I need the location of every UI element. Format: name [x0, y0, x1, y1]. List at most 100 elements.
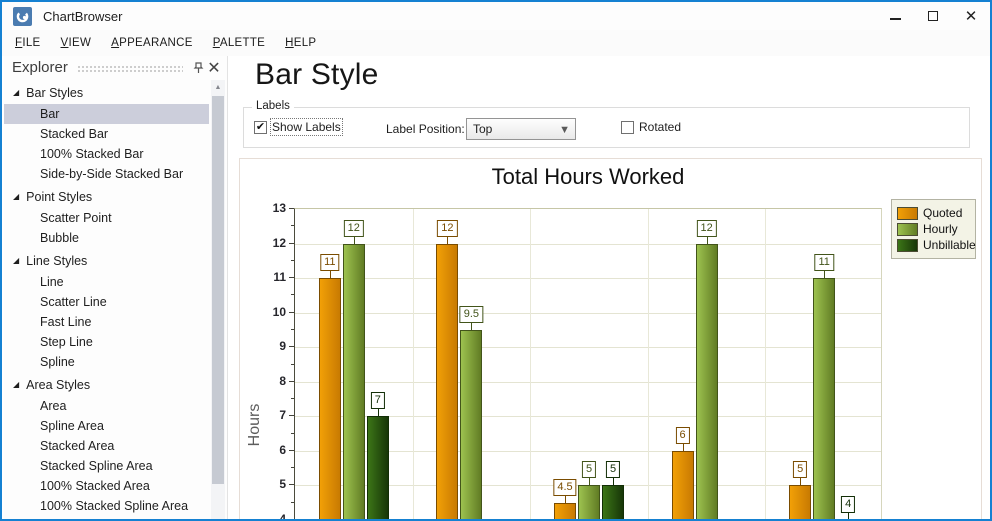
explorer-header: Explorer ✕: [4, 56, 227, 79]
tree-section-label: Area Styles: [26, 378, 91, 392]
y-axis-tick: [289, 346, 294, 348]
tree-expanded-icon: ◢: [13, 191, 20, 201]
tree-section-header-area-styles[interactable]: ◢ Area Styles: [4, 374, 209, 396]
explorer-scrollbar[interactable]: ▲: [211, 80, 225, 519]
show-labels-checkbox[interactable]: ✔ Show Labels: [254, 118, 343, 136]
tree-section-header-point-styles[interactable]: ◢ Point Styles: [4, 186, 209, 208]
gridline: [295, 243, 881, 245]
y-axis-tick-label: 7: [279, 408, 286, 423]
bar-unbillable-group1[interactable]: [366, 416, 389, 519]
chart-title: Total Hours Worked: [491, 164, 685, 189]
window-title: ChartBrowser: [43, 8, 123, 24]
tree-expanded-icon: ◢: [13, 87, 20, 97]
y-axis-tick: [289, 208, 294, 209]
menu-item-file[interactable]: FILE: [5, 33, 51, 53]
menu-bar: FILE VIEW APPEARANCE PALETTE HELP: [2, 30, 990, 56]
bar-unbillable-group3[interactable]: [602, 485, 624, 519]
tree-item-scatter-line[interactable]: Scatter Line: [4, 292, 209, 312]
bar-value-label: 5: [793, 461, 808, 479]
tree-item-bubble[interactable]: Bubble: [4, 228, 209, 248]
maximize-button[interactable]: [914, 2, 952, 30]
y-axis-tick: [289, 484, 294, 486]
main-content: Bar Style Labels ✔ Show Labels Label Pos…: [228, 56, 988, 519]
legend-item-quoted: Quoted: [897, 206, 970, 220]
pin-icon[interactable]: [190, 60, 206, 76]
gridline: [647, 209, 649, 519]
y-axis-minor-tick: [291, 363, 294, 365]
bar-quoted-group5[interactable]: [789, 485, 812, 519]
y-axis-tick: [289, 449, 294, 451]
tree-item-side-by-side-stacked-bar[interactable]: Side-by-Side Stacked Bar: [4, 164, 209, 184]
tree-section-header-line-styles[interactable]: ◢ Line Styles: [4, 250, 209, 272]
bar-hourly-group4[interactable]: [695, 243, 718, 519]
tree-item-area[interactable]: Area: [4, 396, 209, 416]
tree-section-header-bar-styles[interactable]: ◢ Bar Styles: [4, 82, 209, 104]
tree-item-range-area[interactable]: Range Area: [4, 516, 209, 519]
bar-hourly-group1[interactable]: [342, 243, 365, 519]
tree-item-stacked-spline-area[interactable]: Stacked Spline Area: [4, 456, 209, 476]
tree-item-100-stacked-area[interactable]: 100% Stacked Area: [4, 476, 209, 496]
y-axis-tick: [289, 311, 294, 313]
bar-quoted-group4[interactable]: [671, 450, 694, 519]
title-bar[interactable]: ChartBrowser ✕: [2, 2, 990, 30]
menu-item-view[interactable]: VIEW: [51, 33, 102, 53]
tree-item-fast-line[interactable]: Fast Line: [4, 312, 209, 332]
tree-item-stacked-area[interactable]: Stacked Area: [4, 436, 209, 456]
bar-value-label: 11: [814, 254, 834, 272]
explorer-title: Explorer: [12, 59, 68, 76]
bar-hourly-group2[interactable]: [460, 329, 483, 519]
y-axis-minor-tick: [291, 501, 294, 503]
bar-value-label: 7: [370, 392, 385, 410]
tree-item-step-line[interactable]: Step Line: [4, 332, 209, 352]
bar-value-label: 12: [437, 219, 458, 237]
rotated-checkbox[interactable]: Rotated: [621, 120, 681, 134]
tree-item-line[interactable]: Line: [4, 272, 209, 292]
minimize-button[interactable]: [876, 2, 914, 30]
tree-item-100-stacked-spline-area[interactable]: 100% Stacked Spline Area: [4, 496, 209, 516]
tree-expanded-icon: ◢: [13, 379, 20, 389]
y-axis-minor-tick: [291, 398, 294, 400]
page-title: Bar Style: [255, 58, 379, 91]
tree-item-100-stacked-bar[interactable]: 100% Stacked Bar: [4, 144, 209, 164]
tree-item-bar[interactable]: Bar: [4, 104, 209, 124]
bar-quoted-group1[interactable]: [318, 278, 341, 519]
y-axis-tick-label: 12: [272, 235, 286, 250]
tree-item-spline-area[interactable]: Spline Area: [4, 416, 209, 436]
scrollbar-up-icon[interactable]: ▲: [211, 80, 225, 94]
explorer-grip[interactable]: [76, 64, 183, 74]
label-position-select[interactable]: Top ▼: [466, 118, 576, 140]
legend-item-unbillable: Unbillable: [897, 238, 976, 252]
y-axis-tick: [289, 242, 294, 244]
bar-value-label: 4.5: [553, 478, 577, 496]
bar-hourly-group3[interactable]: [578, 485, 600, 519]
show-labels-label: Show Labels: [270, 118, 343, 136]
gridline: [295, 278, 881, 280]
y-axis-tick-label: 5: [279, 477, 286, 492]
tree-item-stacked-bar[interactable]: Stacked Bar: [4, 124, 209, 144]
y-axis-minor-tick: [291, 328, 294, 330]
bar-hourly-group5[interactable]: [813, 278, 836, 519]
tree-item-spline[interactable]: Spline: [4, 352, 209, 372]
tree-section: ◢ Bar Styles Bar Stacked Bar 100% Stacked Ba…: [4, 82, 209, 184]
close-icon: ✕: [964, 7, 978, 25]
bar-quoted-group2[interactable]: [436, 243, 459, 519]
y-axis-minor-tick: [291, 432, 294, 434]
y-axis-tick-label: 13: [272, 201, 286, 215]
scrollbar-thumb[interactable]: [212, 96, 224, 484]
y-axis-tick: [289, 415, 294, 417]
tree-section-label: Point Styles: [26, 190, 93, 204]
menu-item-help[interactable]: HELP: [275, 33, 326, 53]
menu-item-palette[interactable]: PALETTE: [203, 33, 275, 53]
y-axis-tick: [289, 380, 294, 382]
tree-item-scatter-point[interactable]: Scatter Point: [4, 208, 209, 228]
bar-quoted-group3[interactable]: [554, 502, 576, 519]
chevron-down-icon: ▼: [559, 124, 570, 136]
menu-item-appearance[interactable]: APPEARANCE: [101, 33, 203, 53]
bar-value-label: 5: [581, 461, 597, 479]
y-axis-tick: [289, 277, 294, 279]
y-axis-minor-tick: [291, 259, 294, 261]
explorer-close-icon[interactable]: ✕: [206, 60, 222, 77]
gridline: [765, 209, 767, 519]
close-button[interactable]: ✕: [952, 2, 990, 30]
legend-swatch-icon: [897, 238, 918, 252]
